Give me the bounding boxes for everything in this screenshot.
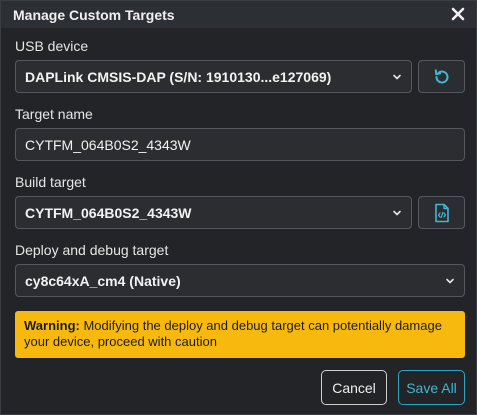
target-name-input[interactable]: CYTFM_064B0S2_4343W (15, 128, 465, 161)
build-target-label: Build target (15, 174, 86, 190)
target-name-label: Target name (15, 106, 93, 122)
refresh-icon (434, 68, 448, 83)
close-icon[interactable] (450, 6, 466, 22)
usb-device-select[interactable]: DAPLink CMSIS-DAP (S/N: 1910130...e12706… (15, 60, 412, 93)
chevron-down-icon (446, 278, 454, 284)
deploy-target-selected-value: cy8c64xA_cm4 (Native) (25, 272, 181, 289)
warning-text: Modifying the deploy and debug target ca… (24, 318, 442, 349)
code-file-icon (434, 203, 449, 222)
refresh-devices-button[interactable] (418, 60, 465, 93)
usb-device-label: USB device (15, 38, 89, 54)
deploy-target-label: Deploy and debug target (15, 242, 169, 258)
warning-banner: Warning: Modifying the deploy and debug … (15, 311, 465, 358)
build-target-selected-value: CYTFM_064B0S2_4343W (25, 204, 192, 221)
manage-custom-targets-dialog: Manage Custom Targets USB device DAPLink… (0, 0, 477, 415)
save-all-button[interactable]: Save All (398, 370, 465, 405)
chevron-down-icon (393, 210, 401, 216)
dialog-title: Manage Custom Targets (13, 7, 175, 23)
deploy-target-select[interactable]: cy8c64xA_cm4 (Native) (15, 264, 465, 297)
cancel-button[interactable]: Cancel (321, 370, 387, 405)
edit-build-target-button[interactable] (418, 196, 465, 229)
dialog-titlebar: Manage Custom Targets (1, 1, 476, 28)
build-target-select[interactable]: CYTFM_064B0S2_4343W (15, 196, 412, 229)
warning-prefix: Warning: (24, 318, 80, 333)
usb-device-selected-value: DAPLink CMSIS-DAP (S/N: 1910130...e12706… (25, 68, 332, 85)
chevron-down-icon (393, 74, 401, 80)
target-name-value: CYTFM_064B0S2_4343W (25, 136, 191, 153)
